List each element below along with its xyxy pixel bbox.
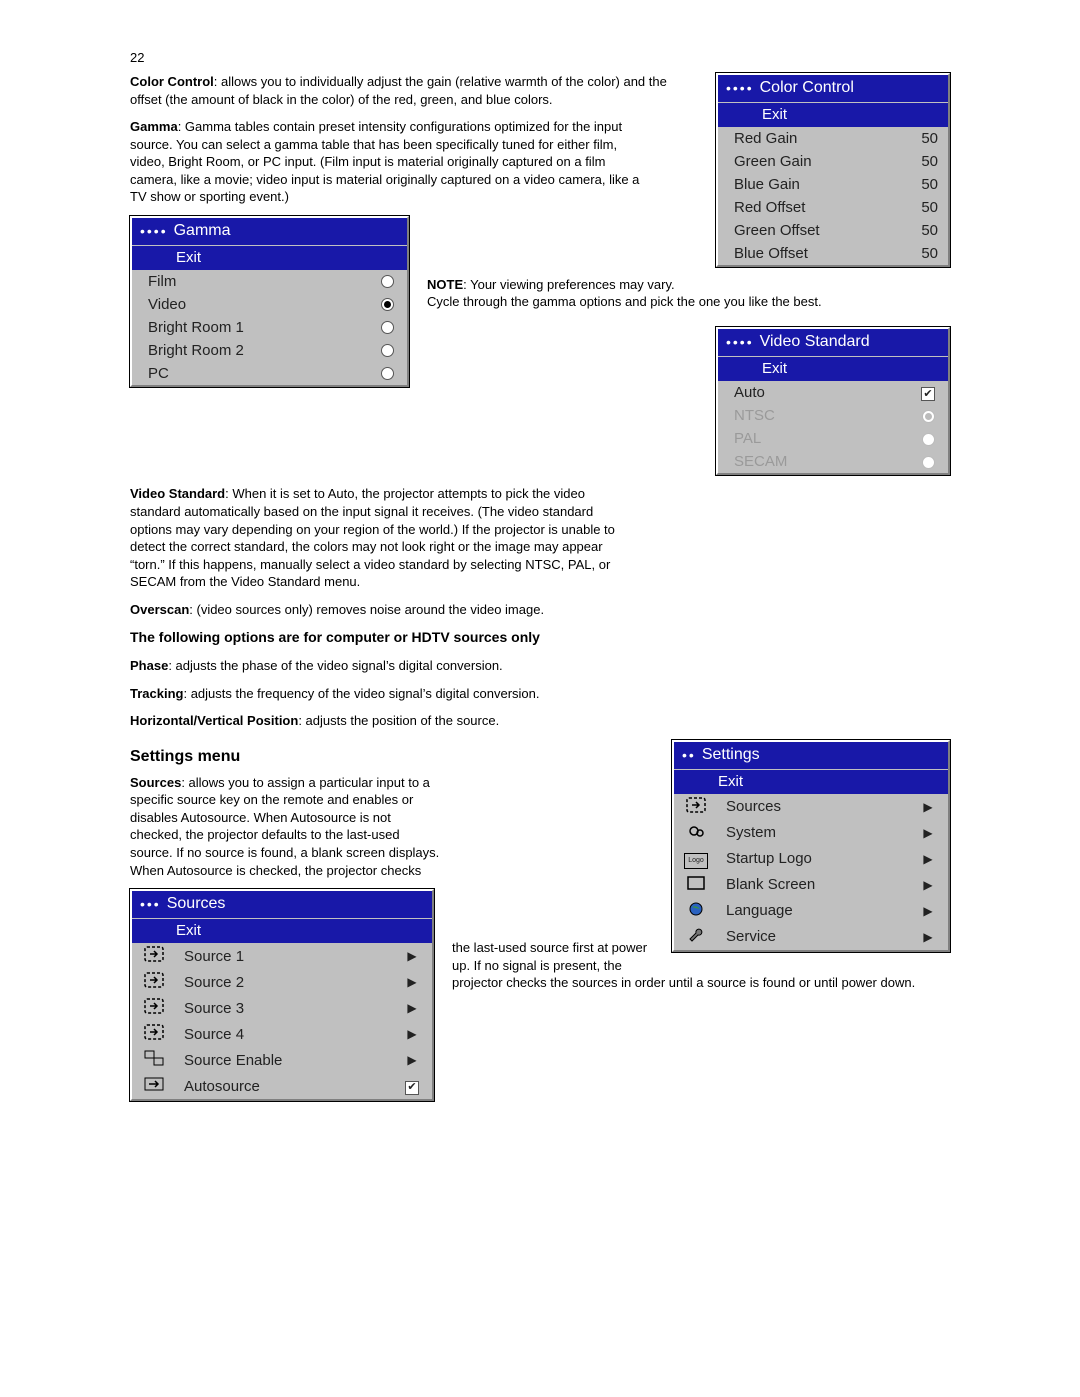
para-sources-1: Sources: allows you to assign a particul… bbox=[130, 774, 440, 879]
menu-item: NTSC bbox=[718, 404, 948, 427]
menu-item[interactable]: Bright Room 2 bbox=[132, 339, 407, 362]
osd-header: •••• Gamma bbox=[132, 218, 407, 245]
chevron-right-icon: ▶ bbox=[918, 826, 938, 840]
chevron-right-icon: ▶ bbox=[402, 975, 422, 989]
radio-icon bbox=[922, 456, 935, 469]
dots-icon: •••• bbox=[726, 334, 754, 350]
para-tracking: Tracking: adjusts the frequency of the v… bbox=[130, 685, 950, 703]
osd-header: •• Settings bbox=[674, 742, 948, 769]
chevron-right-icon: ▶ bbox=[402, 1027, 422, 1041]
dots-icon: •••• bbox=[726, 80, 754, 96]
osd-header: ••• Sources bbox=[132, 891, 432, 918]
rect-icon bbox=[686, 875, 706, 891]
menu-item-exit[interactable]: Exit bbox=[718, 356, 948, 381]
menu-item-exit[interactable]: Exit bbox=[132, 918, 432, 943]
menu-item[interactable]: Blue Gain50 bbox=[718, 173, 948, 196]
chevron-right-icon: ▶ bbox=[918, 852, 938, 866]
menu-item[interactable]: Language ▶ bbox=[674, 898, 948, 924]
checkbox-icon[interactable]: ✔ bbox=[405, 1081, 419, 1095]
menu-item[interactable]: Green Offset50 bbox=[718, 219, 948, 242]
osd-video-standard: •••• Video Standard Exit Auto✔ NTSC PAL … bbox=[716, 327, 950, 476]
menu-item[interactable]: Red Offset50 bbox=[718, 196, 948, 219]
chevron-right-icon: ▶ bbox=[918, 904, 938, 918]
heading-hdtv: The following options are for computer o… bbox=[130, 628, 950, 647]
osd-color-control: •••• Color Control Exit Red Gain50 Green… bbox=[716, 73, 950, 267]
radio-icon[interactable] bbox=[381, 321, 394, 334]
menu-item[interactable]: Autosource ✔ bbox=[132, 1073, 432, 1099]
radio-icon[interactable] bbox=[381, 275, 394, 288]
menu-item[interactable]: Bright Room 1 bbox=[132, 316, 407, 339]
chevron-right-icon: ▶ bbox=[918, 800, 938, 814]
chevron-right-icon: ▶ bbox=[402, 1053, 422, 1067]
para-gamma: Gamma: Gamma tables contain preset inten… bbox=[130, 118, 640, 206]
chevron-right-icon: ▶ bbox=[402, 1001, 422, 1015]
osd-gamma: •••• Gamma Exit Film Video Bright Room 1… bbox=[130, 216, 409, 387]
menu-item-exit[interactable]: Exit bbox=[132, 245, 407, 270]
osd-title: Sources bbox=[167, 895, 226, 913]
menu-item[interactable]: PC bbox=[132, 362, 407, 385]
osd-title: Color Control bbox=[760, 79, 854, 97]
menu-item-exit[interactable]: Exit bbox=[674, 769, 948, 794]
para-video-standard: Video Standard: When it is set to Auto, … bbox=[130, 485, 630, 590]
menu-item[interactable]: Source 1 ▶ bbox=[132, 943, 432, 969]
input-icon bbox=[144, 946, 164, 962]
wrench-icon bbox=[686, 927, 706, 943]
osd-title: Gamma bbox=[174, 222, 231, 240]
chevron-right-icon: ▶ bbox=[918, 878, 938, 892]
menu-item[interactable]: Source 2 ▶ bbox=[132, 969, 432, 995]
radio-icon[interactable] bbox=[381, 298, 394, 311]
radio-icon[interactable] bbox=[381, 367, 394, 380]
radio-icon[interactable] bbox=[381, 344, 394, 357]
dots-icon: •••• bbox=[140, 223, 168, 239]
autosource-icon bbox=[144, 1076, 164, 1092]
osd-header: •••• Video Standard bbox=[718, 329, 948, 356]
radio-icon bbox=[922, 433, 935, 446]
dots-icon: ••• bbox=[140, 896, 161, 912]
menu-item[interactable]: Red Gain50 bbox=[718, 127, 948, 150]
radio-icon bbox=[922, 410, 935, 423]
menu-item: SECAM bbox=[718, 450, 948, 473]
para-phase: Phase: adjusts the phase of the video si… bbox=[130, 657, 950, 675]
menu-item[interactable]: Blank Screen ▶ bbox=[674, 872, 948, 898]
menu-item[interactable]: Green Gain50 bbox=[718, 150, 948, 173]
menu-item[interactable]: Auto✔ bbox=[718, 381, 948, 405]
chevron-right-icon: ▶ bbox=[918, 930, 938, 944]
chevron-right-icon: ▶ bbox=[402, 949, 422, 963]
para-hvpos: Horizontal/Vertical Position: adjusts th… bbox=[130, 712, 950, 730]
menu-item[interactable]: Film bbox=[132, 270, 407, 293]
logo-icon: Logo bbox=[684, 853, 708, 869]
page-number: 22 bbox=[130, 50, 950, 65]
menu-item[interactable]: Source 4 ▶ bbox=[132, 1021, 432, 1047]
menu-item-exit[interactable]: Exit bbox=[718, 102, 948, 127]
input-icon bbox=[144, 998, 164, 1014]
osd-settings: •• Settings Exit Sources ▶ System ▶ Logo… bbox=[672, 740, 950, 952]
dots-icon: •• bbox=[682, 747, 696, 763]
menu-item[interactable]: Service ▶ bbox=[674, 924, 948, 950]
menu-item[interactable]: Sources ▶ bbox=[674, 794, 948, 820]
osd-sources: ••• Sources Exit Source 1 ▶ Source 2 ▶ S… bbox=[130, 889, 434, 1101]
menu-item[interactable]: Logo Startup Logo ▶ bbox=[674, 846, 948, 872]
menu-item[interactable]: Source Enable ▶ bbox=[132, 1047, 432, 1073]
source-enable-icon bbox=[144, 1050, 164, 1066]
globe-icon bbox=[686, 901, 706, 917]
menu-item[interactable]: System ▶ bbox=[674, 820, 948, 846]
input-icon bbox=[144, 1024, 164, 1040]
menu-item[interactable]: Source 3 ▶ bbox=[132, 995, 432, 1021]
menu-item[interactable]: Video bbox=[132, 293, 407, 316]
osd-title: Video Standard bbox=[760, 333, 870, 351]
osd-header: •••• Color Control bbox=[718, 75, 948, 102]
checkbox-icon[interactable]: ✔ bbox=[921, 387, 935, 401]
menu-item[interactable]: Blue Offset50 bbox=[718, 242, 948, 265]
input-icon bbox=[686, 797, 706, 813]
input-icon bbox=[144, 972, 164, 988]
osd-title: Settings bbox=[702, 746, 760, 764]
para-overscan: Overscan: (video sources only) removes n… bbox=[130, 601, 950, 619]
menu-item: PAL bbox=[718, 427, 948, 450]
gear-icon bbox=[686, 823, 706, 839]
